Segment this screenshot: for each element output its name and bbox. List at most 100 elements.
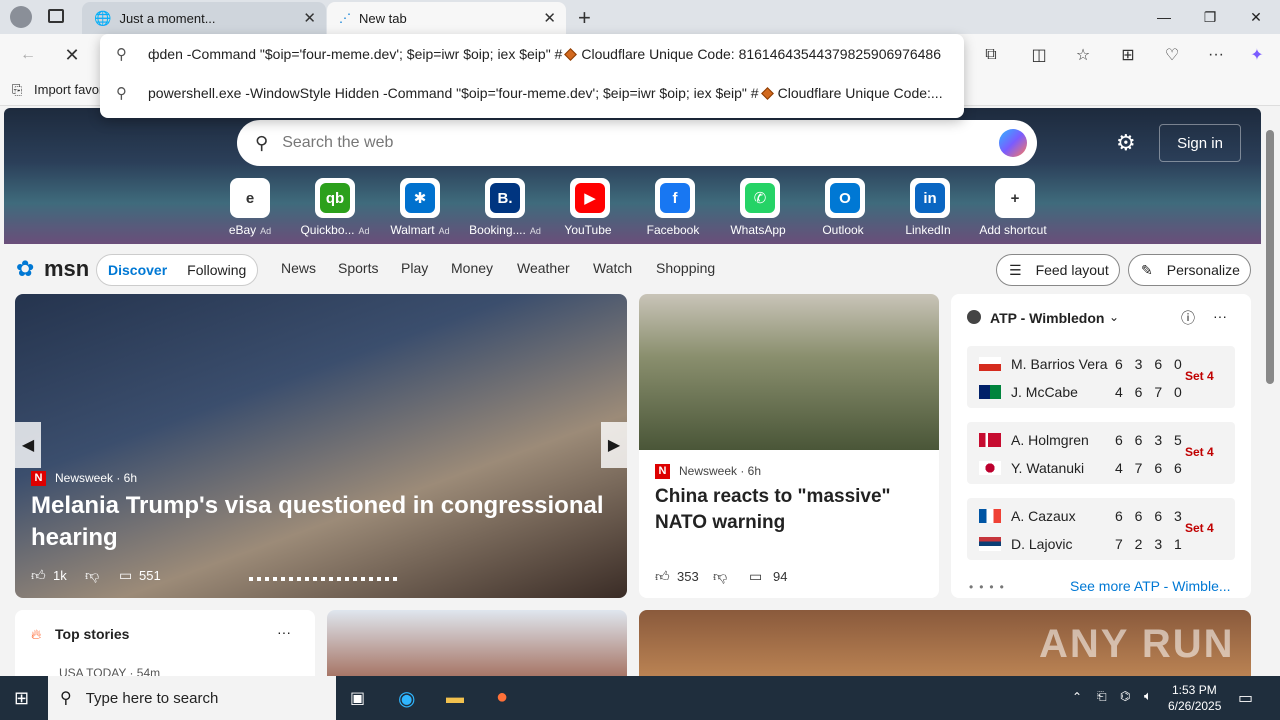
shortcut-tile[interactable]: + Add shortcut: [975, 178, 1055, 237]
shortcut-tile[interactable]: O Outlook: [805, 178, 885, 237]
tray-chevron-up-icon[interactable]: ⌃: [1072, 690, 1082, 704]
player-two: D. Lajovic: [979, 536, 1072, 552]
info-icon[interactable]: ⓘ: [1181, 308, 1195, 328]
carousel-prev-icon[interactable]: ◀: [15, 422, 41, 468]
feed-layout-button[interactable]: ☰ Feed layout: [996, 254, 1120, 286]
network-icon[interactable]: ⎗: [1097, 689, 1107, 704]
taskbar-search[interactable]: ⚲ Type here to search: [48, 676, 336, 720]
nav-watch[interactable]: Watch: [593, 260, 632, 276]
atp-title[interactable]: ATP - Wimbledon: [990, 310, 1104, 326]
tab-discover[interactable]: Discover: [108, 262, 167, 278]
shortcut-tile[interactable]: qb Quickbo... Ad: [295, 178, 375, 237]
close-tab-icon[interactable]: ✕: [303, 9, 316, 27]
tab-new-tab[interactable]: ⋰ New tab ✕: [327, 2, 566, 34]
china-news-card[interactable]: N Newsweek · 6h China reacts to "massive…: [639, 294, 939, 598]
minimize-icon[interactable]: —: [1141, 0, 1187, 34]
comment-icon[interactable]: ▭: [749, 568, 762, 585]
dislike-icon[interactable]: 👎︎: [85, 567, 99, 584]
stop-loading-icon[interactable]: ✕: [60, 44, 84, 66]
carousel-next-icon[interactable]: ▶: [601, 422, 627, 468]
shortcut-label: YouTube: [564, 223, 612, 237]
scrollbar-thumb[interactable]: [1266, 130, 1274, 384]
hero-news-card[interactable]: ◀ ▶ N Newsweek · 6h Melania Trump's visa…: [15, 294, 627, 598]
nav-shopping[interactable]: Shopping: [656, 260, 715, 276]
shortcut-tile[interactable]: ✆ WhatsApp: [720, 178, 800, 237]
more-menu-icon[interactable]: ···: [1204, 44, 1228, 66]
shortcut-tile[interactable]: e eBay Ad: [210, 178, 290, 237]
tab-following[interactable]: Following: [187, 262, 246, 278]
shortcut-label: eBay: [228, 223, 257, 237]
more-options-icon[interactable]: ···: [277, 624, 291, 640]
nav-sports[interactable]: Sports: [338, 260, 378, 276]
match-row[interactable]: A. Cazaux 6 6 6 3 D. Lajovic 7 2 3 1 Set 4: [967, 498, 1235, 560]
back-icon[interactable]: ←: [16, 44, 40, 66]
clock-date[interactable]: 6/26/2025: [1168, 699, 1221, 713]
notifications-icon[interactable]: ▭: [1238, 688, 1253, 708]
nav-play[interactable]: Play: [401, 260, 428, 276]
tab-just-a-moment[interactable]: 🌐 Just a moment... ✕: [82, 2, 326, 34]
player-one: A. Cazaux: [979, 508, 1076, 524]
split-screen-icon[interactable]: ◫: [1027, 44, 1051, 66]
file-explorer-icon[interactable]: ▬: [446, 687, 464, 708]
match-row[interactable]: M. Barrios Vera 6 3 6 0 J. McCabe 4 6 7 0 Se…: [967, 346, 1235, 408]
suggestion-item[interactable]: ⚲ powershell.exe -WindowStyle Hidden -Co…: [100, 74, 964, 112]
profile-avatar[interactable]: [10, 6, 32, 28]
windows-start-icon[interactable]: ⊞: [14, 688, 29, 709]
nav-weather[interactable]: Weather: [517, 260, 570, 276]
shortcut-label: Outlook: [822, 223, 864, 237]
sign-in-button[interactable]: Sign in: [1159, 124, 1241, 162]
personalize-button[interactable]: ✎ Personalize: [1128, 254, 1251, 286]
new-tab-icon[interactable]: +: [578, 5, 591, 31]
address-input[interactable]: ⚲ фden -Command "$oip='four-meme.dev'; $…: [100, 35, 964, 73]
player-name: A. Cazaux: [1011, 508, 1076, 524]
firefox-icon[interactable]: ●: [496, 686, 508, 709]
import-favorites-link[interactable]: Import favor: [34, 82, 103, 97]
settings-gear-icon[interactable]: ⚙: [1116, 130, 1136, 156]
close-window-icon[interactable]: ✕: [1233, 0, 1279, 34]
restore-icon[interactable]: ❐: [1187, 0, 1233, 34]
see-more-link[interactable]: See more ATP - Wimble...: [1070, 578, 1231, 594]
shortcut-tile[interactable]: B. Booking.... Ad: [465, 178, 545, 237]
like-icon[interactable]: 👍︎: [31, 567, 46, 584]
copilot-icon[interactable]: [999, 129, 1027, 157]
taskbar-search-input[interactable]: Type here to search: [86, 690, 219, 707]
player-score: 6 6 3 5: [1115, 432, 1186, 448]
like-icon[interactable]: 👍︎: [655, 568, 670, 585]
dislike-icon[interactable]: 👎︎: [713, 568, 727, 585]
pagination-dots[interactable]: ••••: [969, 580, 1010, 594]
shortcut-tile[interactable]: f Facebook: [635, 178, 715, 237]
shortcut-tile[interactable]: in LinkedIn: [890, 178, 970, 237]
close-tab-icon[interactable]: ✕: [543, 9, 556, 27]
shortcut-tile[interactable]: ▶ YouTube: [550, 178, 630, 237]
nav-money[interactable]: Money: [451, 260, 493, 276]
set-indicator: Set 4: [1185, 521, 1214, 535]
favorites-icon[interactable]: ☆: [1071, 44, 1095, 66]
edge-icon[interactable]: ◉: [398, 686, 415, 711]
house-news-card[interactable]: [327, 610, 627, 676]
wifi-icon[interactable]: ⌬: [1120, 689, 1130, 703]
match-row[interactable]: A. Holmgren 6 6 3 5 Y. Watanuki 4 7 6 6 Set …: [967, 422, 1235, 484]
shortcut-glyph: f: [660, 183, 690, 213]
web-search-box[interactable]: ⚲ Search the web: [237, 120, 1037, 166]
extensions-icon[interactable]: ⧉: [979, 44, 1003, 66]
carousel-dots[interactable]: [249, 577, 399, 581]
nav-news[interactable]: News: [281, 260, 316, 276]
coins-news-card[interactable]: ANY RUN: [639, 610, 1251, 676]
copilot-icon[interactable]: ✦: [1245, 44, 1269, 66]
search-input[interactable]: Search the web: [282, 134, 393, 152]
browser-essentials-icon[interactable]: ♡: [1160, 44, 1184, 66]
clock-time[interactable]: 1:53 PM: [1172, 683, 1217, 697]
china-headline[interactable]: China reacts to "massive" NATO warning: [655, 484, 925, 536]
volume-icon[interactable]: 🔈︎: [1144, 688, 1152, 704]
more-options-icon[interactable]: ···: [1213, 308, 1227, 324]
personalize-icon: ✎: [1141, 261, 1153, 278]
task-view-icon[interactable]: ▣: [350, 688, 365, 708]
chevron-down-icon[interactable]: ⌄: [1109, 310, 1119, 324]
shortcut-tile[interactable]: ✱ Walmart Ad: [380, 178, 460, 237]
page-scrollbar[interactable]: [1262, 106, 1280, 676]
comment-icon[interactable]: ▭: [119, 567, 132, 584]
collections-icon[interactable]: ⊞: [1116, 44, 1140, 66]
msn-logo[interactable]: msn: [44, 256, 89, 282]
hero-headline[interactable]: Melania Trump's visa questioned in congr…: [31, 490, 611, 554]
tab-actions-icon[interactable]: [48, 9, 64, 23]
